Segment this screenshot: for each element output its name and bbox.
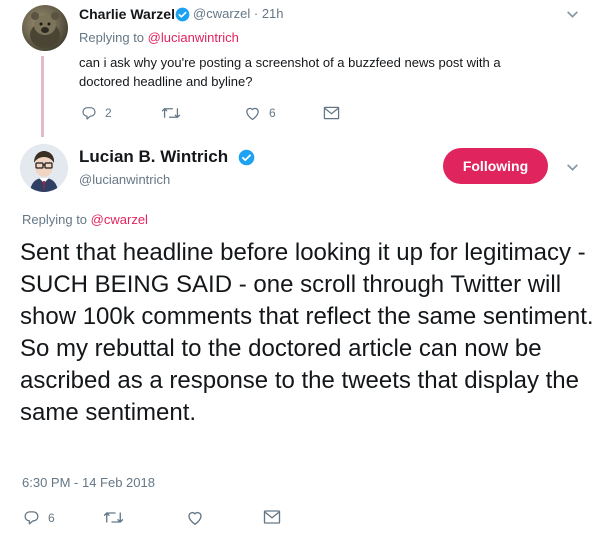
verified-badge-icon [175,7,190,27]
retweet-button[interactable] [103,509,132,526]
author-handle[interactable]: @lucianwintrich [79,172,170,187]
replying-to: Replying to @lucianwintrich [79,30,239,45]
tweet-text: can i ask why you're posting a screensho… [79,55,501,89]
like-count: 6 [269,106,276,120]
avatar-charlie-warzel[interactable] [22,5,68,51]
verified-badge-icon [238,149,255,171]
dm-button[interactable] [323,105,340,121]
like-button[interactable] [186,509,212,526]
reply-count: 2 [105,106,112,120]
reply-button[interactable]: 2 [81,105,112,121]
like-icon [246,107,259,121]
retweet-icon [103,512,124,523]
reply-icon [82,107,96,120]
replying-to-link[interactable]: @cwarzel [91,212,148,227]
chevron-down-icon[interactable] [566,161,579,179]
tweet-timestamp[interactable]: 6:30 PM - 14 Feb 2018 [22,475,155,490]
chevron-down-icon[interactable] [566,8,579,26]
author-name[interactable]: Charlie Warzel [79,6,175,22]
like-button[interactable]: 6 [244,105,276,121]
author-name[interactable]: Lucian B. Wintrich [79,147,228,167]
dm-icon [263,510,281,524]
replying-to: Replying to @cwarzel [22,212,148,227]
tweet-text: Sent that headline before looking it up … [20,239,594,426]
reply-icon [24,511,39,525]
replying-to-link[interactable]: @lucianwintrich [148,30,239,45]
like-icon [188,511,202,525]
retweet-button[interactable] [161,105,189,121]
reply-button[interactable]: 6 [23,509,55,526]
avatar-lucian-wintrich[interactable] [20,144,68,192]
dm-button[interactable] [263,509,281,525]
replying-label: Replying to [79,30,145,45]
following-button[interactable]: Following [443,148,548,184]
replying-label: Replying to [22,212,88,227]
handle-and-time[interactable]: @cwarzel · 21h [193,6,284,21]
thread-connector-line [41,56,44,137]
reply-count: 6 [48,510,55,525]
retweet-icon [161,108,181,118]
dm-icon [323,106,340,120]
